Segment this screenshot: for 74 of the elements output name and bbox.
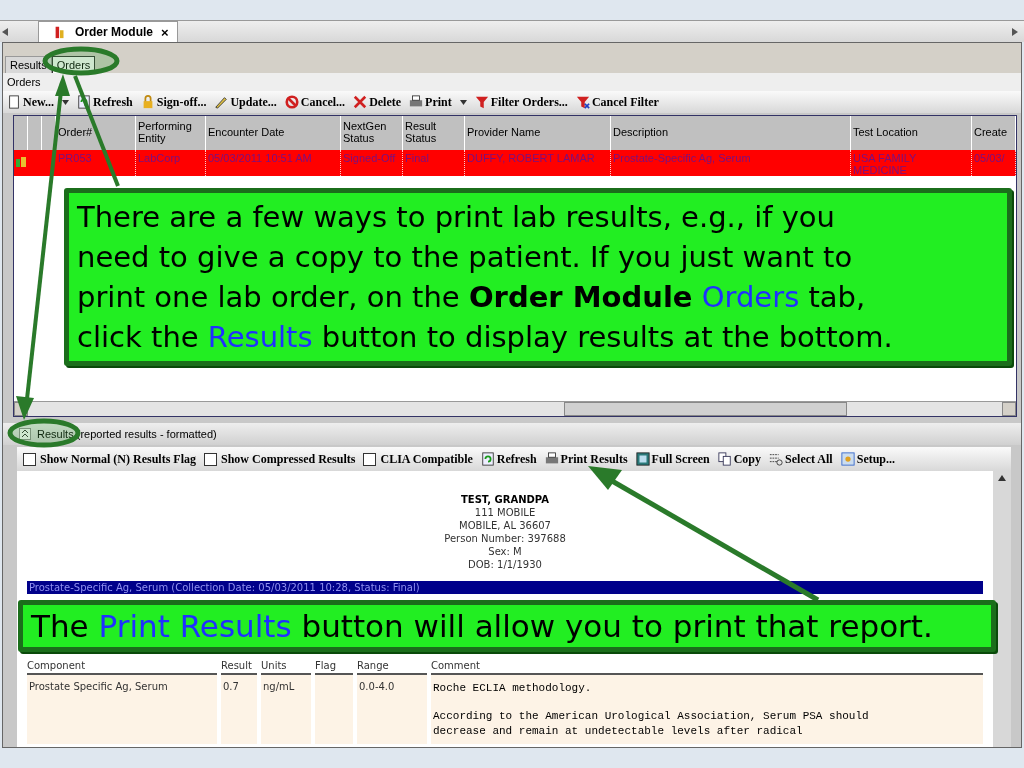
vertical-scrollbar[interactable]: [993, 471, 1011, 747]
toolbar-button[interactable]: Cancel...: [284, 94, 346, 110]
table-cell: 0.7: [221, 675, 257, 744]
delete-icon: [353, 95, 368, 109]
toolbar-button[interactable]: Sign-off...: [140, 94, 207, 110]
table-cell: ng/mL: [261, 675, 311, 744]
caret-icon[interactable]: [459, 99, 467, 105]
table-cell: 0.0-4.0: [357, 675, 427, 744]
horizontal-scrollbar[interactable]: [14, 401, 1016, 416]
pencil-icon: [214, 95, 229, 109]
close-icon[interactable]: ×: [161, 24, 169, 40]
section-header: Prostate-Specific Ag, Serum (Collection Date: 05/03/2011 10:28, Status: Final): [27, 581, 983, 594]
toolbar-button[interactable]: Cancel Filter: [575, 94, 659, 110]
patient-detail: Person Number: 397688: [444, 532, 566, 545]
document-icon: [7, 95, 21, 109]
toolbar-button[interactable]: Refresh: [480, 451, 537, 467]
refresh-icon: [77, 95, 91, 109]
scroll-left-icon[interactable]: [2, 28, 8, 36]
funnel-icon: [474, 95, 489, 109]
patient-detail: DOB: 1/1/1930: [468, 558, 542, 571]
document-tab[interactable]: Order Module ×: [38, 21, 178, 42]
patient-detail: Sex: M: [488, 545, 522, 558]
caret-icon[interactable]: [62, 99, 69, 105]
patient-detail: 111 MOBILE: [474, 506, 536, 519]
tab[interactable]: Orders: [51, 56, 96, 73]
checkbox-label: Show Normal (N) Results Flag: [40, 451, 196, 467]
toolbar-button[interactable]: Full Screen: [635, 451, 710, 467]
collapse-icon[interactable]: [19, 428, 31, 440]
toolbar-button[interactable]: Refresh: [77, 94, 133, 110]
table-cell: USA FAMILY MEDICINE: [851, 150, 972, 176]
no-entry-icon: [284, 95, 299, 109]
bar-chart-icon: [53, 25, 67, 39]
table-cell: Signed-Off: [341, 150, 403, 176]
funnel-x-icon: [575, 95, 590, 109]
group-title: Orders: [7, 76, 41, 88]
copy-icon: [717, 452, 732, 466]
table-cell: DUFFY, ROBERT LAMAR: [465, 150, 611, 176]
table-cell: 05/03/2011 10:51 AM: [206, 150, 341, 176]
toolbar-button[interactable]: New...: [7, 94, 69, 110]
checkbox[interactable]: [23, 452, 36, 466]
table-cell: Roche ECLIA methodology. According to the American Urological Association, Serum PSA should decrease and remain at undetectable levels after radical: [431, 675, 983, 744]
patient-name: TEST, GRANDPA: [461, 493, 549, 506]
toolbar-button[interactable]: Select All: [769, 451, 833, 467]
toolbar-button[interactable]: Delete: [353, 94, 402, 110]
setup-icon: [840, 452, 855, 466]
checkbox[interactable]: [363, 452, 377, 466]
scroll-right-icon[interactable]: [1012, 28, 1018, 36]
toolbar-button[interactable]: Copy: [717, 451, 762, 467]
table-cell: LabCorp: [136, 150, 206, 176]
table-cell: Prostate Specific Ag, Serum: [27, 675, 217, 744]
toolbar-button[interactable]: Filter Orders...: [474, 94, 568, 110]
callout-text: There are a few ways to print lab results, e.g., if you need to give a copy to the patient. If you just want to print one lab order, on the Order Module Orders tab, click the Results button to display results at the bottom.: [64, 188, 1012, 366]
toolbar-button[interactable]: Update...: [214, 94, 277, 110]
patient-detail: MOBILE, AL 36607: [459, 519, 551, 532]
toolbar-button[interactable]: Print Results: [544, 451, 628, 467]
printer-icon: [409, 95, 424, 109]
table-cell: 05/03/: [972, 150, 1016, 176]
select-all-icon: [769, 452, 784, 466]
toolbar-button[interactable]: Print: [409, 94, 467, 110]
table-cell: PR053: [56, 150, 136, 176]
checkbox-label: CLIA Compatible: [380, 451, 473, 467]
refresh-icon: [480, 452, 495, 466]
checkbox-label: Show Compressed Results: [221, 451, 356, 467]
scroll-up-icon[interactable]: [996, 473, 1008, 483]
flask-icon: [15, 156, 27, 168]
checkbox[interactable]: [204, 452, 217, 466]
tab-title: Order Module: [75, 25, 153, 39]
table-cell: Final: [403, 150, 465, 176]
printer-icon: [544, 452, 559, 466]
table-cell: Prostate-Specific Ag, Serum: [611, 150, 851, 176]
callout-text: The Print Results button will allow you to print that report.: [18, 600, 996, 652]
toolbar-button[interactable]: Setup...: [840, 451, 896, 467]
full-screen-icon: [635, 452, 650, 466]
table-cell: [315, 675, 353, 744]
